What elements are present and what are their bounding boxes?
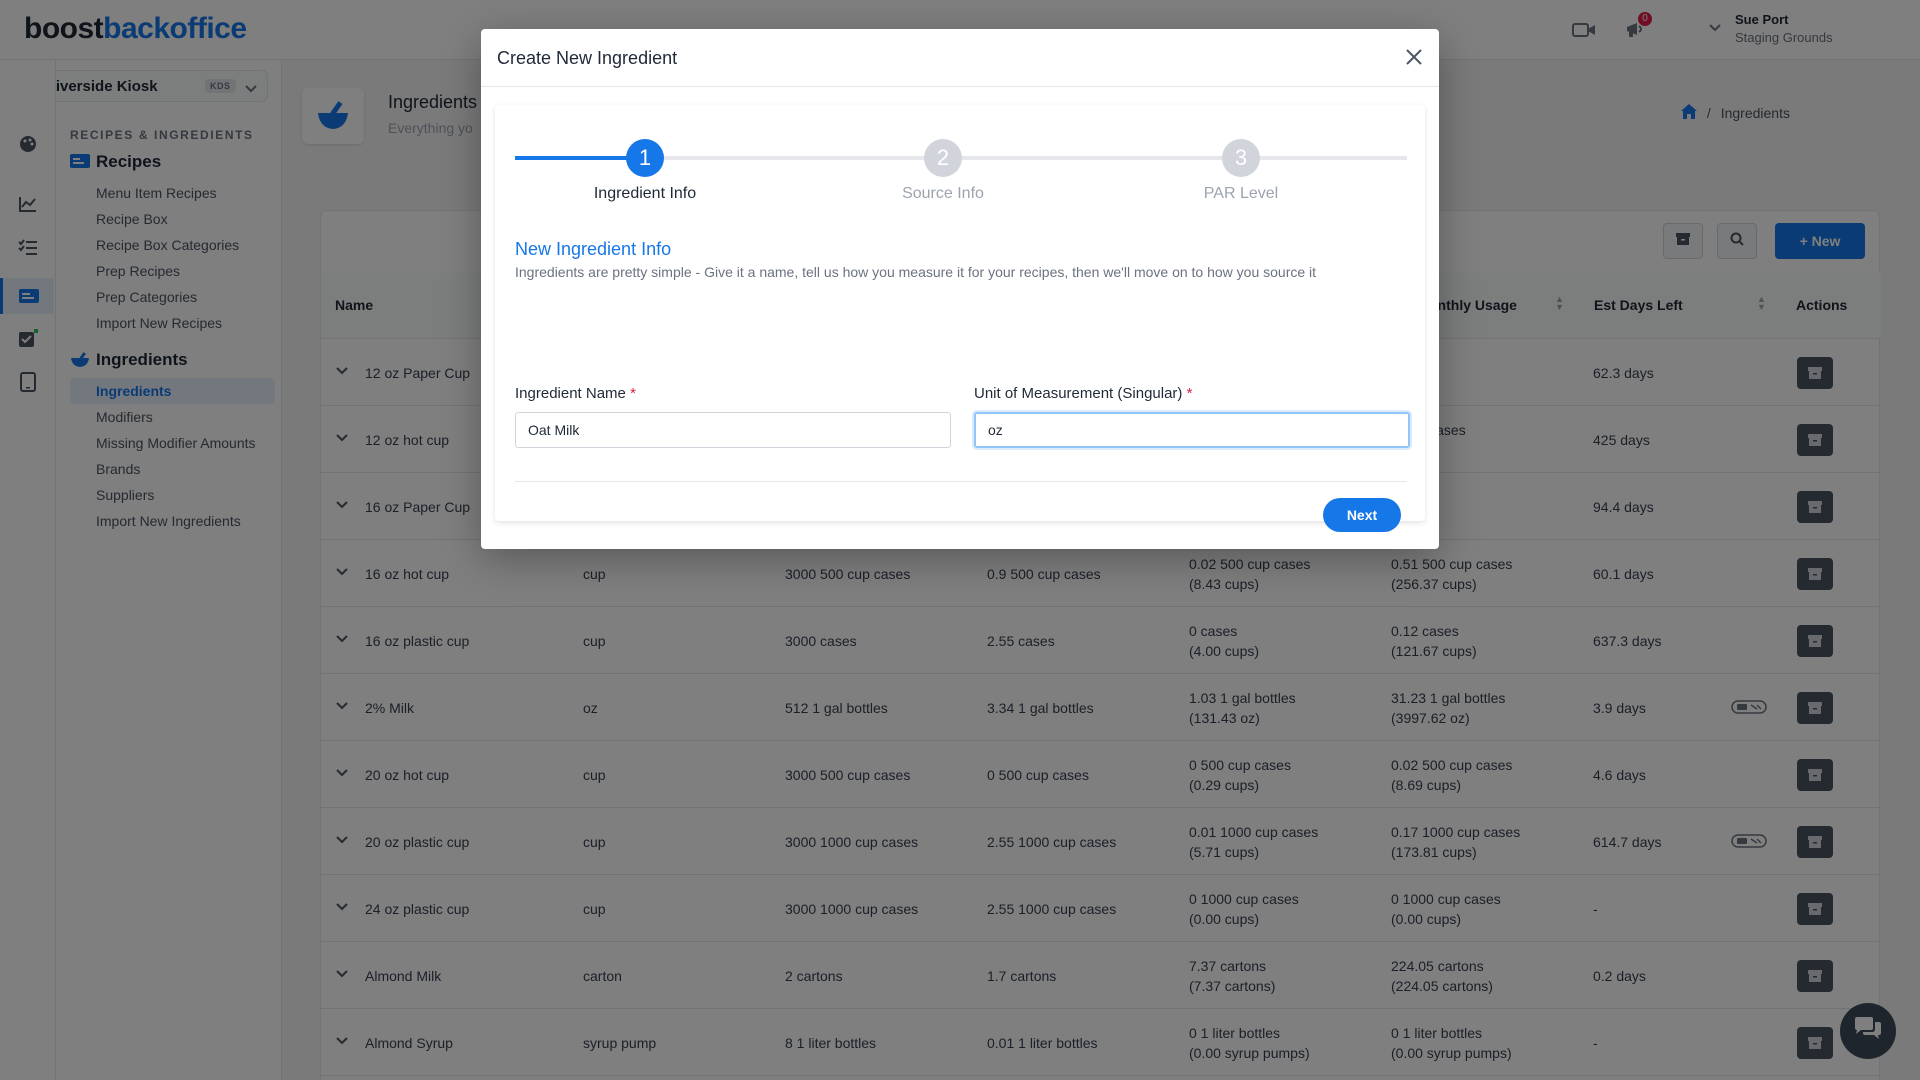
ingredient-name-input[interactable] bbox=[515, 412, 951, 448]
modal-header: Create New Ingredient bbox=[481, 29, 1439, 87]
step-2-label: Source Info bbox=[902, 185, 984, 202]
modal-title: Create New Ingredient bbox=[497, 48, 678, 68]
step-1-label: Ingredient Info bbox=[593, 185, 697, 202]
step-3-label: PAR Level bbox=[1203, 185, 1279, 202]
step-1-circle[interactable]: 1 bbox=[626, 139, 664, 177]
required-marker: * bbox=[1186, 385, 1193, 402]
ingredient-name-label: Ingredient Name * bbox=[515, 385, 636, 402]
unit-of-measurement-input[interactable] bbox=[974, 412, 1410, 448]
next-button[interactable]: Next bbox=[1323, 498, 1401, 532]
unit-of-measurement-label: Unit of Measurement (Singular) * bbox=[974, 385, 1193, 402]
section-heading: New Ingredient Info bbox=[515, 239, 672, 259]
create-ingredient-modal: Create New Ingredient 1 Ingredient Info … bbox=[481, 29, 1439, 549]
required-marker: * bbox=[630, 385, 636, 402]
modal-body: 1 Ingredient Info 2 Source Info 3 PAR Le… bbox=[495, 105, 1425, 532]
section-description: Ingredients are pretty simple - Give it … bbox=[515, 264, 1317, 280]
divider bbox=[515, 481, 1407, 482]
step-2-circle[interactable]: 2 bbox=[924, 139, 962, 177]
step-3-circle[interactable]: 3 bbox=[1222, 139, 1260, 177]
close-icon[interactable] bbox=[1403, 46, 1425, 68]
